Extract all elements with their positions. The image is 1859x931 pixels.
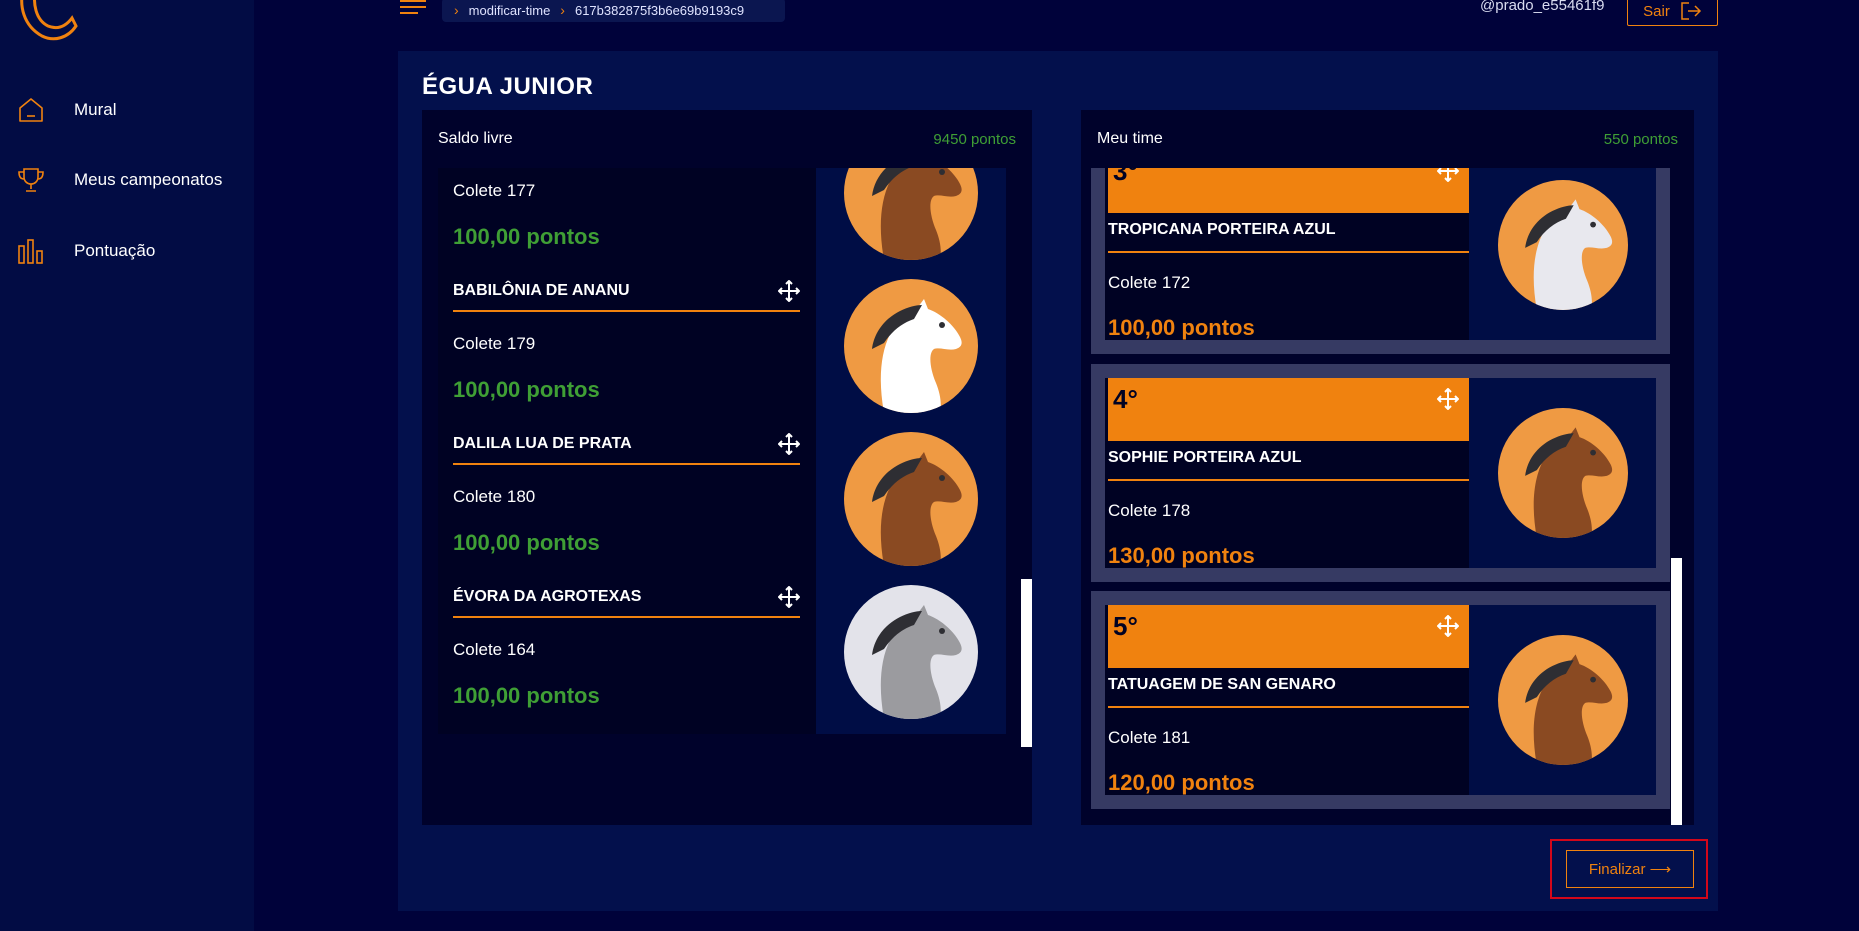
breadcrumb: › modificar-time › 617b382875f3b6e69b919… <box>442 0 785 22</box>
horse-points: 120,00 pontos <box>1108 770 1255 795</box>
horse-colete: Colete 178 <box>1108 501 1191 520</box>
horse-points: 100,00 pontos <box>453 683 600 708</box>
horse-avatar <box>1497 635 1628 765</box>
menu-icon[interactable] <box>400 0 426 14</box>
team-list[interactable]: 3° TROPICANA PORTEIRA AZUL Colete 172 10… <box>1081 168 1694 825</box>
logout-icon <box>1681 2 1701 20</box>
horse-name: BABILÔNIA DE ANANU <box>453 280 800 312</box>
horse-name-text: ÉVORA DA AGROTEXAS <box>453 588 642 605</box>
sidebar-item-meus-campeonatos[interactable]: Meus campeonatos <box>16 160 246 200</box>
logout-label: Sair <box>1643 2 1670 20</box>
team-card[interactable]: 3° TROPICANA PORTEIRA AZUL Colete 172 10… <box>1091 168 1670 354</box>
horse-colete: Colete 180 <box>453 487 536 506</box>
horse-card[interactable]: DALILA LUA DE PRATA Colete 180 100,00 po… <box>438 417 1006 581</box>
sidebar-item-label: Pontuação <box>74 241 156 260</box>
horse-points: 130,00 pontos <box>1108 543 1255 568</box>
bar-chart-icon <box>18 239 43 264</box>
horse-avatar <box>844 585 978 719</box>
horse-name: TATUAGEM DE SAN GENARO <box>1108 676 1469 708</box>
my-team-column: Meu time 550 pontos 3° TROPICANA PORTEIR… <box>1081 110 1694 825</box>
horse-points: 100,00 pontos <box>453 224 600 249</box>
team-card[interactable]: 4° SOPHIE PORTEIRA AZUL Colete 178 130,0… <box>1091 364 1670 582</box>
logout-button[interactable]: Sair <box>1627 0 1718 26</box>
horse-points: 100,00 pontos <box>453 530 600 555</box>
team-points: 550 pontos <box>1603 130 1678 148</box>
breadcrumb-item[interactable]: modificar-time <box>469 3 551 18</box>
rank-bar: 4° <box>1108 378 1469 441</box>
available-list[interactable]: Colete 177 100,00 pontos BABILÔNIA DE AN… <box>422 168 1032 825</box>
horse-avatar <box>844 432 978 566</box>
team-title: Meu time <box>1097 130 1163 147</box>
breadcrumb-item[interactable]: 617b382875f3b6e69b9193c9 <box>575 3 744 18</box>
horse-name-text: BABILÔNIA DE ANANU <box>453 282 630 299</box>
horse-colete: Colete 164 <box>453 640 536 659</box>
chevron-right-icon: › <box>454 2 459 18</box>
move-icon[interactable] <box>778 433 800 455</box>
sidebar-item-label: Mural <box>74 100 117 119</box>
move-icon[interactable] <box>1437 615 1459 637</box>
move-icon[interactable] <box>1437 388 1459 410</box>
horse-points: 100,00 pontos <box>453 377 600 402</box>
horse-colete: Colete 181 <box>1108 728 1191 747</box>
move-icon[interactable] <box>1437 168 1459 182</box>
horse-card[interactable]: ÉVORA DA AGROTEXAS Colete 164 100,00 pon… <box>438 570 1006 734</box>
horse-name: DALILA LUA DE PRATA <box>453 433 800 465</box>
rank-number: 4° <box>1113 384 1138 414</box>
horse-avatar <box>1497 408 1628 538</box>
trophy-icon <box>18 168 44 192</box>
available-horses-column: Saldo livre 9450 pontos Colete 177 100,0… <box>422 110 1032 825</box>
logo <box>20 0 78 41</box>
horse-colete: Colete 179 <box>453 334 536 353</box>
chevron-right-icon: › <box>560 2 565 18</box>
horse-colete: Colete 172 <box>1108 273 1191 292</box>
horse-points: 100,00 pontos <box>1108 315 1255 340</box>
rank-bar: 3° <box>1108 168 1469 213</box>
rank-number: 3° <box>1113 168 1138 186</box>
available-title: Saldo livre <box>438 130 513 147</box>
sidebar-item-mural[interactable]: Mural <box>16 90 246 130</box>
available-points: 9450 pontos <box>933 130 1016 148</box>
available-header: Saldo livre 9450 pontos <box>422 110 1032 168</box>
username: @prado_e55461f9 <box>1480 0 1605 14</box>
horse-avatar <box>1497 180 1628 310</box>
scrollbar[interactable] <box>1671 558 1682 825</box>
horse-colete: Colete 177 <box>453 181 536 200</box>
move-icon[interactable] <box>778 586 800 608</box>
sidebar-item-label: Meus campeonatos <box>74 170 223 189</box>
rank-number: 5° <box>1113 611 1138 641</box>
team-header: Meu time 550 pontos <box>1081 110 1694 168</box>
finish-button[interactable]: Finalizar ⟶ <box>1566 850 1694 888</box>
horse-name: ÉVORA DA AGROTEXAS <box>453 586 800 618</box>
team-card[interactable]: 5° TATUAGEM DE SAN GENARO Colete 181 120… <box>1091 591 1670 809</box>
main-panel: ÉGUA JUNIOR Saldo livre 9450 pontos Cole… <box>398 51 1718 911</box>
rank-bar: 5° <box>1108 605 1469 668</box>
scrollbar[interactable] <box>1021 579 1032 747</box>
move-icon[interactable] <box>778 280 800 302</box>
horse-card[interactable]: BABILÔNIA DE ANANU Colete 179 100,00 pon… <box>438 264 1006 428</box>
horse-avatar <box>844 168 978 260</box>
horse-card[interactable]: Colete 177 100,00 pontos <box>438 168 1006 275</box>
horse-name: SOPHIE PORTEIRA AZUL <box>1108 449 1469 481</box>
horse-name: TROPICANA PORTEIRA AZUL <box>1108 221 1469 253</box>
horse-name-text: DALILA LUA DE PRATA <box>453 435 632 452</box>
horse-avatar <box>844 279 978 413</box>
sidebar: Mural Meus campeonatos Pontuação <box>0 0 254 931</box>
page-title: ÉGUA JUNIOR <box>422 73 594 100</box>
home-icon <box>19 98 43 122</box>
sidebar-item-pontuacao[interactable]: Pontuação <box>16 231 246 271</box>
